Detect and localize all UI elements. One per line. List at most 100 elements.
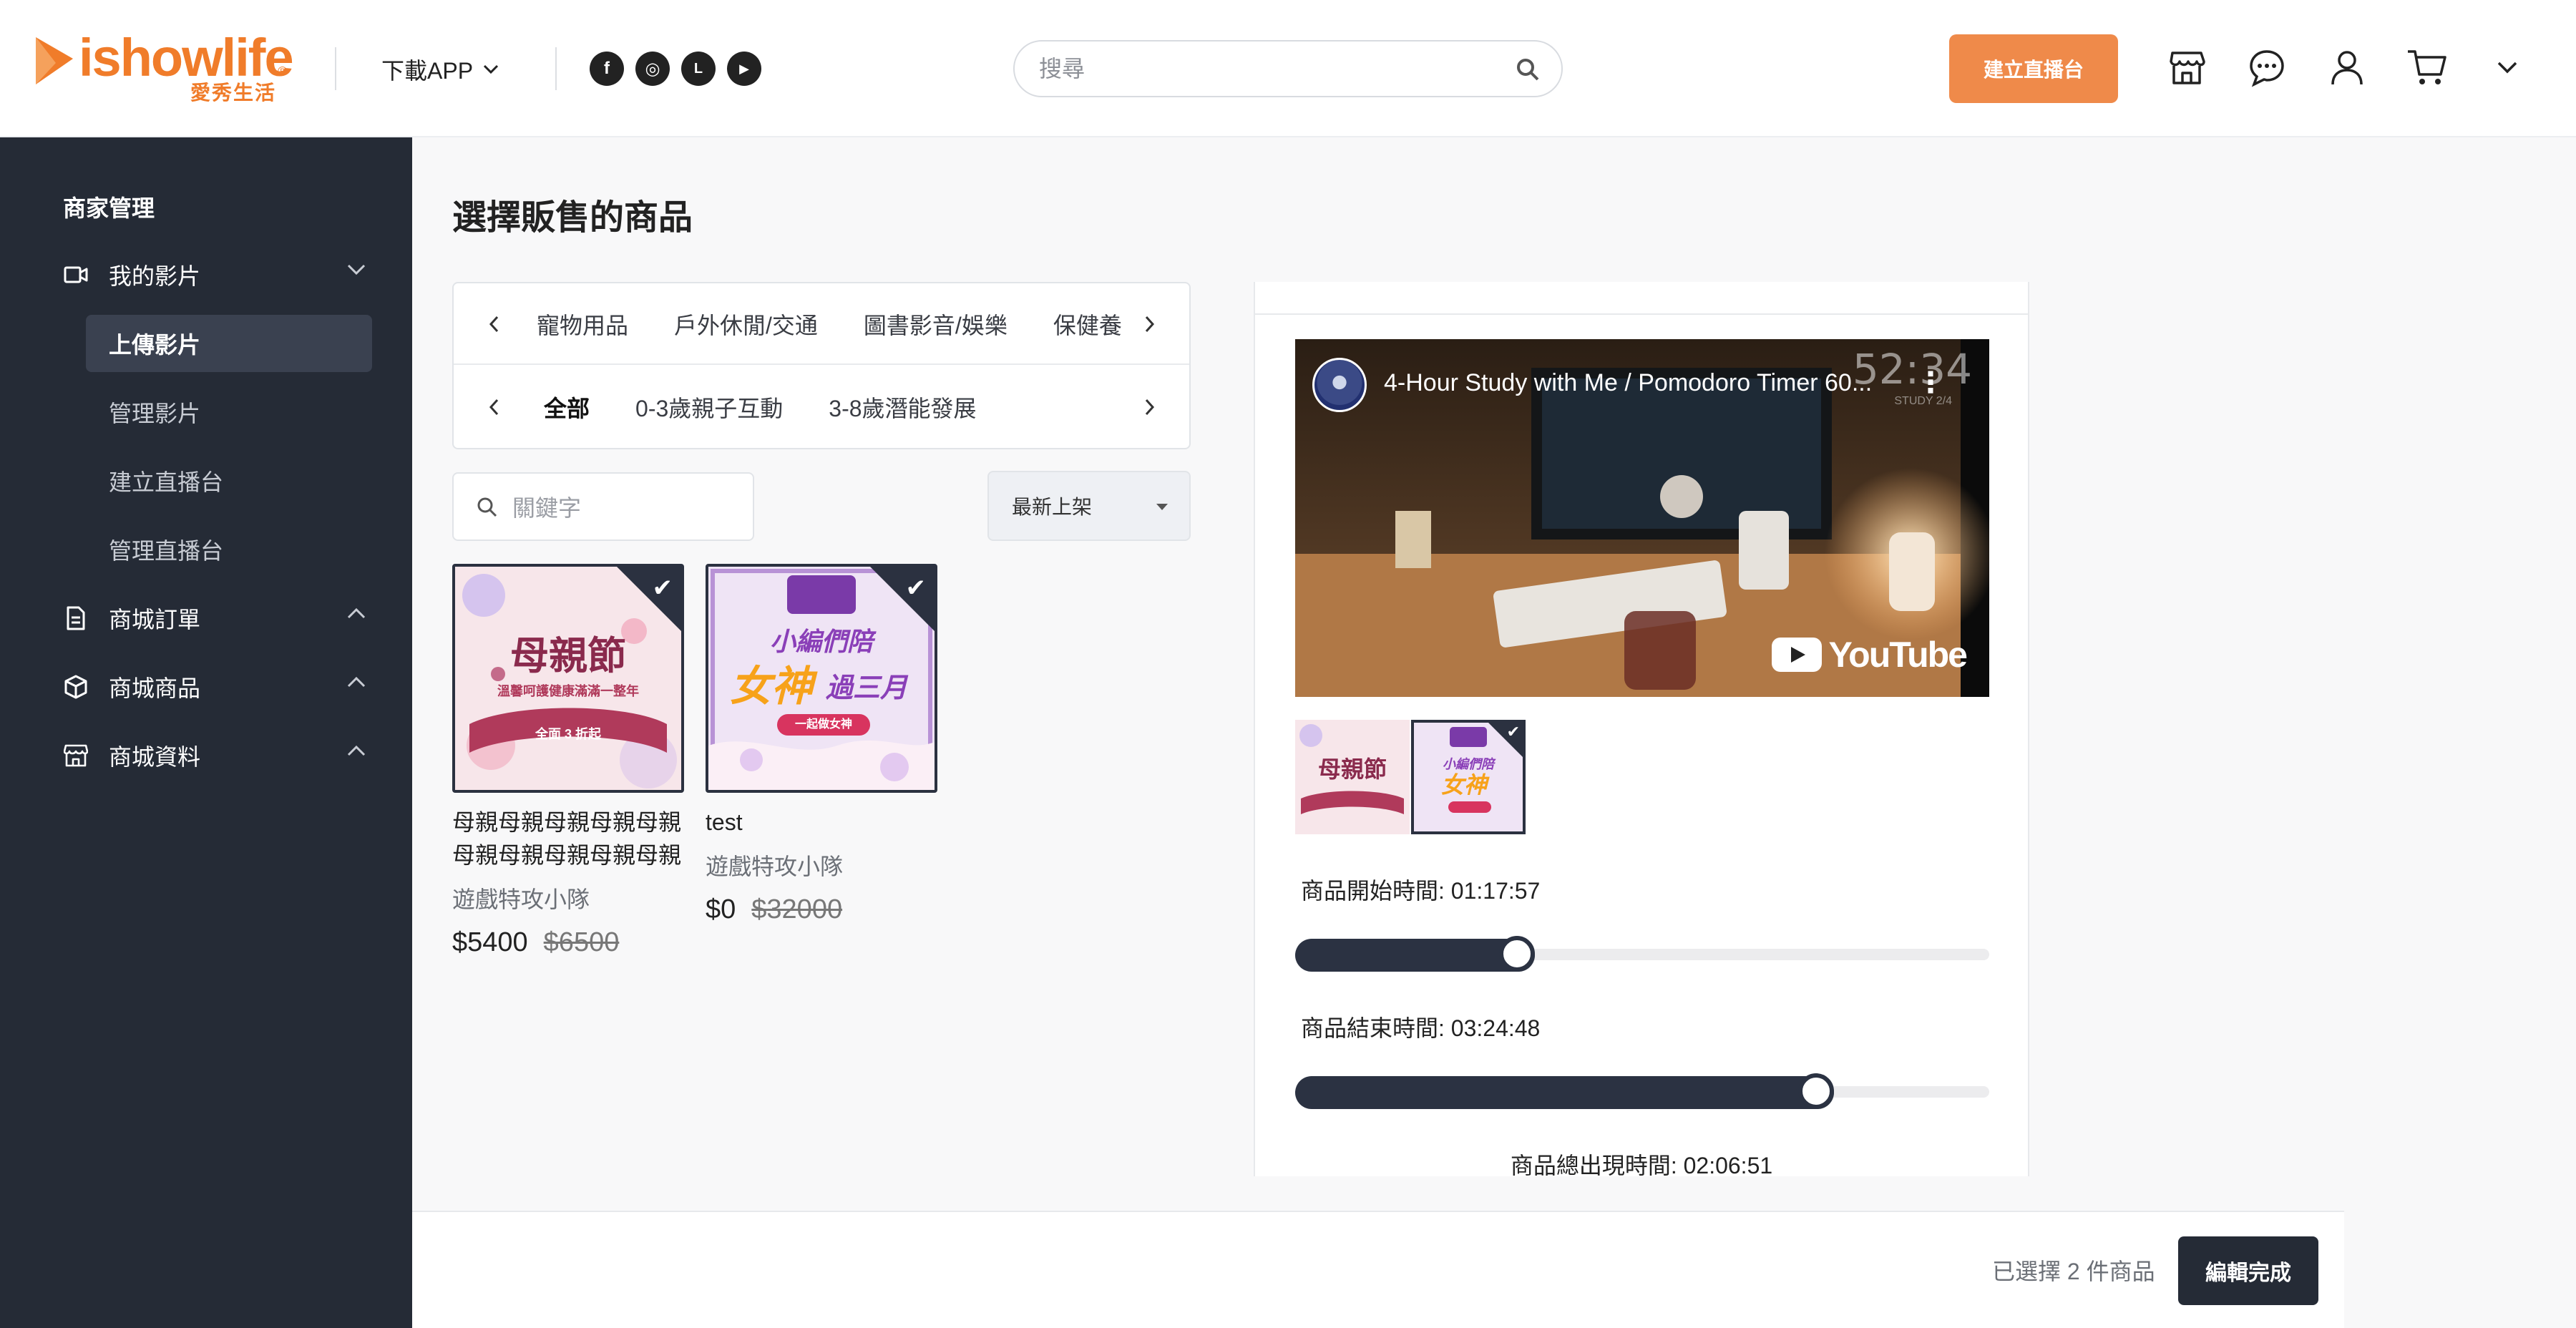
mothers-day-mini-image: 母親節 [1295, 720, 1410, 834]
svg-text:母親節: 母親節 [1318, 756, 1387, 783]
product-name: 母親母親母親母親母親母親母親母親母親母親母親… [452, 809, 682, 868]
search-input[interactable] [1039, 54, 1497, 83]
sidebar-item-manage-live[interactable]: 管理直播台 [86, 521, 372, 578]
youtube-logo[interactable]: YouTube [1771, 634, 1968, 675]
facebook-icon[interactable]: f [590, 52, 624, 86]
product-mini-thumbnail-selected[interactable]: 小編們陪 女神 ✔ [1411, 720, 1526, 834]
subcategory-tab-selected[interactable]: 全部 [544, 391, 590, 424]
chevron-right-icon[interactable] [1125, 366, 1175, 448]
sidebar-group-orders[interactable]: 商城訂單 [63, 597, 366, 640]
logo-registered: ® [278, 64, 288, 79]
sidebar-group-label: 商城商品 [109, 675, 201, 701]
chevron-up-icon [347, 745, 366, 756]
search-icon [477, 497, 497, 517]
banner-button: 一起做女神 [777, 714, 870, 736]
banner-subheading: 溫馨呵護健康滿滿一整年 [497, 684, 639, 698]
product-shop: 遊戲特攻小隊 [452, 887, 590, 912]
top-header: ishowlife 愛秀生活 ® 下載APP f ◎ L ▶ 建立直播台 [0, 0, 2576, 137]
panel-top-divider [1255, 298, 2028, 315]
bottom-action-bar: 已選擇 2 件商品 編輯完成 [412, 1211, 2344, 1328]
instagram-icon[interactable]: ◎ [635, 52, 670, 86]
chevron-down-icon[interactable] [2486, 46, 2529, 89]
youtube-play-icon [1771, 638, 1822, 672]
chevron-left-icon[interactable] [472, 283, 515, 363]
product-price: $5400 $6500 [452, 927, 684, 958]
category-tab[interactable]: 戶外休閒/交通 [674, 308, 818, 341]
keyword-search [452, 472, 754, 541]
product-card[interactable]: 母親節 溫馨呵護健康滿滿一整年 全面 3 折起 ✔ 母親母親母親母親母親母親母親… [452, 564, 684, 958]
total-time-label: 商品總出現時間: 02:06:51 [1510, 1153, 1773, 1178]
sort-select[interactable]: 最新上架 [987, 471, 1191, 541]
sidebar: 商家管理 我的影片 上傳影片 管理影片 建立直播台 管理直播台 商城訂單 商城商… [0, 137, 412, 1328]
product-thumbnail: 母親節 溫馨呵護健康滿滿一整年 全面 3 折起 ✔ [452, 564, 684, 793]
category-tab[interactable]: 寵物用品 [537, 308, 628, 341]
video-preview-panel: 4-Hour Study with Me / Pomodoro Timer 60… [1254, 282, 2029, 1178]
more-options-icon[interactable]: ⋮ [1916, 366, 1945, 399]
chevron-down-icon [483, 64, 499, 74]
chevron-left-icon[interactable] [472, 366, 515, 448]
sidebar-group-my-videos[interactable]: 我的影片 [63, 253, 366, 296]
subcategory-tab[interactable]: 0-3歲親子互動 [635, 391, 783, 424]
sidebar-item-upload-video[interactable]: 上傳影片 [86, 315, 372, 372]
store-icon[interactable] [2165, 46, 2208, 89]
page-title: 選擇販售的商品 [452, 199, 693, 237]
video-title[interactable]: 4-Hour Study with Me / Pomodoro Timer 60… [1384, 369, 1872, 397]
channel-avatar[interactable] [1312, 358, 1367, 412]
svg-text:女神: 女神 [1441, 771, 1490, 799]
search-icon[interactable] [1514, 56, 1541, 83]
product-mini-thumbnail[interactable]: 母親節 [1295, 720, 1410, 834]
banner-heading: 母親節 [510, 635, 626, 678]
slider-handle[interactable] [1499, 936, 1535, 972]
youtube-icon[interactable]: ▶ [727, 52, 761, 86]
chevron-down-icon [347, 264, 366, 275]
search-bar [1013, 40, 1563, 97]
product-name: test [706, 809, 743, 835]
logo-mark-icon [36, 37, 73, 84]
chat-icon[interactable] [2245, 46, 2288, 89]
cart-icon[interactable] [2406, 46, 2449, 89]
sidebar-group-label: 商城訂單 [109, 607, 201, 633]
youtube-label: YouTube [1828, 635, 1968, 675]
end-time-label: 商品結束時間: 03:24:48 [1301, 1015, 1541, 1041]
product-shop: 遊戲特攻小隊 [706, 854, 844, 879]
selected-count: 已選擇 2 件商品 [1992, 1259, 2155, 1284]
subcategory-tab[interactable]: 3-8歲潛能發展 [829, 391, 976, 424]
sidebar-group-products[interactable]: 商城商品 [63, 665, 366, 708]
store-icon [63, 743, 89, 768]
caret-down-icon [1156, 504, 1168, 510]
product-price: $0 $32000 [706, 894, 937, 925]
youtube-video-player[interactable]: 4-Hour Study with Me / Pomodoro Timer 60… [1295, 339, 1989, 697]
sale-price: $0 [706, 894, 736, 924]
category-tab[interactable]: 圖書影音/娛樂 [864, 308, 1008, 341]
social-links: f ◎ L ▶ [590, 52, 761, 86]
sidebar-item-create-live[interactable]: 建立直播台 [86, 452, 372, 509]
end-time-slider[interactable] [1295, 1073, 1989, 1110]
keyword-input[interactable] [512, 494, 741, 522]
start-time-label: 商品開始時間: 01:17:57 [1301, 878, 1541, 904]
start-time-slider[interactable] [1295, 936, 1989, 973]
user-icon[interactable] [2326, 46, 2368, 89]
create-live-button[interactable]: 建立直播台 [1949, 34, 2118, 103]
product-card[interactable]: 小編們陪 女神 過三月 一起做女神 ✔ test 遊戲特攻小隊 $0 $32000 [706, 564, 937, 925]
header-divider [335, 47, 336, 90]
original-price: $6500 [543, 927, 620, 957]
category-tab[interactable]: 保健養 [1053, 308, 1122, 341]
sidebar-group-store-info[interactable]: 商城資料 [63, 734, 366, 777]
box-icon [63, 674, 89, 700]
chevron-up-icon [347, 607, 366, 619]
order-icon [63, 605, 89, 631]
banner-discount: 全面 3 折起 [535, 727, 601, 741]
video-icon [63, 262, 89, 288]
category-row-main: 寵物用品 戶外休閒/交通 圖書影音/娛樂 保健養 [454, 283, 1189, 365]
ishowlife-logo[interactable]: ishowlife 愛秀生活 ® [31, 28, 296, 104]
sidebar-item-manage-videos[interactable]: 管理影片 [86, 384, 372, 441]
slider-handle[interactable] [1798, 1073, 1834, 1109]
chevron-up-icon [347, 676, 366, 688]
banner-line: 女神 [730, 663, 814, 710]
done-editing-button[interactable]: 編輯完成 [2178, 1236, 2318, 1305]
original-price: $32000 [751, 894, 843, 924]
line-icon[interactable]: L [681, 52, 716, 86]
chevron-right-icon[interactable] [1125, 283, 1175, 363]
download-app-dropdown[interactable]: 下載APP [381, 53, 499, 86]
sidebar-group-label: 商城資料 [109, 744, 201, 770]
